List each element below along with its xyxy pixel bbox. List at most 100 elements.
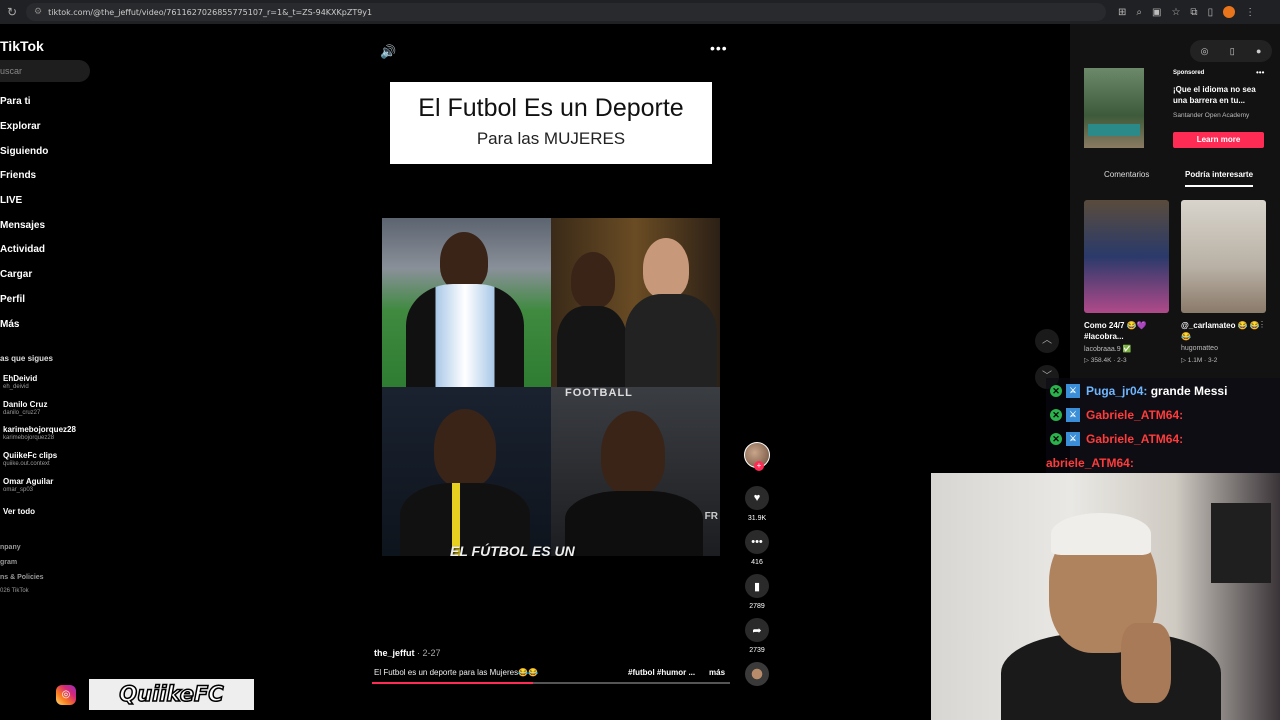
ad-more-icon[interactable]: ••• xyxy=(1256,68,1264,77)
chat-message: ✕ ⚔ Gabriele_ATM64: xyxy=(1046,432,1183,446)
account-name: QuiikeFc clips xyxy=(3,451,58,460)
following-account[interactable]: EhDeivid eh_deivid xyxy=(3,374,37,390)
recommended-more-icon[interactable]: ⋮ xyxy=(1258,320,1266,329)
streamer-brand: ◎ QuiikeFC xyxy=(56,679,254,710)
sidebar: TikTok uscar Para ti Explorar Siguiendo … xyxy=(0,24,100,720)
address-bar[interactable]: ⚙ tiktok.com/@the_jeffut/video/761162702… xyxy=(26,3,1106,21)
account-name: karimebojorquez28 xyxy=(3,425,76,434)
video-caption-overlay: EL FÚTBOL ES UN xyxy=(450,543,575,559)
translate-icon[interactable]: ⊞ xyxy=(1118,7,1126,18)
previous-video-button[interactable]: ︿ xyxy=(1035,329,1059,353)
recommended-video-user[interactable]: hugomatteo xyxy=(1181,345,1218,352)
volume-icon[interactable]: 🔊 xyxy=(380,44,396,60)
tab-podria-interesarte[interactable]: Podría interesarte xyxy=(1185,170,1254,187)
bookmark-star-icon[interactable]: ☆ xyxy=(1171,7,1180,18)
reload-icon[interactable]: ↻ xyxy=(0,5,24,19)
video-date: · 2-27 xyxy=(417,648,441,658)
user-avatar[interactable]: ● xyxy=(1256,46,1261,56)
chat-colon: : xyxy=(1129,456,1134,470)
nav-friends[interactable]: Friends xyxy=(0,170,36,181)
nav-mensajes[interactable]: Mensajes xyxy=(0,220,45,231)
chat-username: abriele_ATM64 xyxy=(1046,456,1130,470)
device-icon[interactable]: ▯ xyxy=(1230,46,1235,57)
footer-company-link[interactable]: npany xyxy=(0,544,21,551)
photo-award-portrait: FOOTBALL FR xyxy=(551,387,720,556)
footer-terms-link[interactable]: ns & Policies xyxy=(0,574,44,581)
recommended-video-title[interactable]: Como 24/7 😂💜 #lacobra... xyxy=(1084,320,1169,342)
recommended-video-title[interactable]: @_carlamateo 😂 😂😂 xyxy=(1181,320,1266,342)
photo-player-portrait xyxy=(382,387,551,556)
video-player[interactable]: 🔊 ••• El Futbol Es un Deporte Para las M… xyxy=(100,24,1070,720)
profile-avatar[interactable] xyxy=(1223,6,1236,18)
person-body xyxy=(557,306,627,387)
nav-live[interactable]: LIVE xyxy=(0,195,22,206)
following-account[interactable]: QuiikeFc clips quiike.out.context xyxy=(3,451,57,467)
share-button[interactable]: ➦ 2739 xyxy=(740,618,774,654)
nav-explorar[interactable]: Explorar xyxy=(0,121,41,132)
chat-colon: : xyxy=(1143,384,1148,398)
follow-plus-icon[interactable]: + xyxy=(754,461,764,471)
video-title-line2: Para las MUJERES xyxy=(476,129,626,148)
nav-siguiendo[interactable]: Siguiendo xyxy=(0,146,48,157)
moderator-badge-icon: ✕ xyxy=(1050,409,1062,421)
footer-program-link[interactable]: gram xyxy=(0,559,17,566)
sword-badge-icon: ⚔ xyxy=(1066,384,1080,398)
share-count: 2739 xyxy=(749,647,765,654)
tab-comentarios[interactable]: Comentarios xyxy=(1104,170,1149,179)
moderator-badge-icon: ✕ xyxy=(1050,433,1062,445)
video-title-line1: El Futbol Es un Deporte xyxy=(418,94,684,122)
nav-cargar[interactable]: Cargar xyxy=(0,269,32,280)
more-options-icon[interactable]: ••• xyxy=(710,40,728,56)
install-icon[interactable]: ▣ xyxy=(1152,7,1161,18)
video-progress-bar[interactable] xyxy=(372,682,730,684)
tiktok-logo[interactable]: TikTok xyxy=(0,38,44,54)
person-head xyxy=(571,252,615,308)
nav-actividad[interactable]: Actividad xyxy=(0,244,45,255)
account-handle: karimebojorquez28 xyxy=(3,435,55,441)
recommended-video-thumbnail[interactable] xyxy=(1181,200,1266,313)
site-info-icon[interactable]: ⚙ xyxy=(34,7,42,17)
ad-title[interactable]: ¡Que el idioma no sea una barrera en tu.… xyxy=(1173,84,1265,106)
see-all-label: Ver todo xyxy=(3,507,36,516)
ad-thumbnail[interactable] xyxy=(1084,68,1144,148)
nav-perfil[interactable]: Perfil xyxy=(0,294,25,305)
nav-mas[interactable]: Más xyxy=(0,319,19,330)
music-disc-icon[interactable] xyxy=(745,662,769,686)
like-count: 31.9K xyxy=(747,515,767,522)
extensions-icon[interactable]: ⧉ xyxy=(1190,7,1197,18)
learn-more-button[interactable]: Learn more xyxy=(1173,132,1264,148)
person-head xyxy=(434,409,496,487)
search-input[interactable]: uscar xyxy=(0,60,90,82)
following-account[interactable]: karimebojorquez28 karimebojorquez28 xyxy=(3,425,76,441)
see-all-link[interactable]: Ver todo xyxy=(3,507,35,516)
side-panel-icon[interactable]: ▯ xyxy=(1208,7,1214,18)
save-count: 2789 xyxy=(749,603,765,610)
stream-chat-overlay: ✕ ⚔ Puga_jr04: grande Messi ✕ ⚔ Gabriele… xyxy=(1046,378,1280,474)
hanging-jersey xyxy=(1211,503,1271,583)
zoom-icon[interactable]: ⌕ xyxy=(1136,7,1142,18)
more-description-link[interactable]: más xyxy=(709,668,725,677)
browser-toolbar: ↻ ⚙ tiktok.com/@the_jeffut/video/7611627… xyxy=(0,0,1280,24)
video-description: El Futbol es un deporte para las Mujeres… xyxy=(374,668,538,677)
comment-icon: ••• xyxy=(745,530,769,554)
chat-username: Gabriele_ATM64 xyxy=(1086,432,1180,446)
like-button[interactable]: ♥ 31.9K xyxy=(740,486,774,522)
video-username[interactable]: the_jeffut xyxy=(374,648,415,658)
recommended-video-user[interactable]: lacobraaa.9 ✅ xyxy=(1084,345,1131,353)
following-account[interactable]: Danilo Cruz danilo_cruz27 xyxy=(3,400,47,416)
streamer-brand-name: QuiikeFC xyxy=(89,679,254,710)
streamer-webcam xyxy=(931,473,1280,720)
compass-icon[interactable]: ◎ xyxy=(1201,46,1209,57)
recommended-video-thumbnail[interactable] xyxy=(1084,200,1169,313)
following-account[interactable]: Omar Aguilar omar_sp03 xyxy=(3,477,53,493)
menu-icon[interactable]: ⋮ xyxy=(1245,7,1255,18)
video-hashtags[interactable]: #futbol #humor ... xyxy=(628,668,695,677)
comment-button[interactable]: ••• 416 xyxy=(740,530,774,566)
right-panel-toolbar: ◎ ▯ ● xyxy=(1190,40,1272,62)
creator-avatar[interactable]: + xyxy=(744,442,770,471)
account-handle: quiike.out.context xyxy=(3,461,50,467)
chat-username: Gabriele_ATM64 xyxy=(1086,408,1180,422)
account-handle: omar_sp03 xyxy=(3,487,34,493)
save-button[interactable]: ▮ 2789 xyxy=(740,574,774,610)
nav-para-ti[interactable]: Para ti xyxy=(0,96,31,107)
